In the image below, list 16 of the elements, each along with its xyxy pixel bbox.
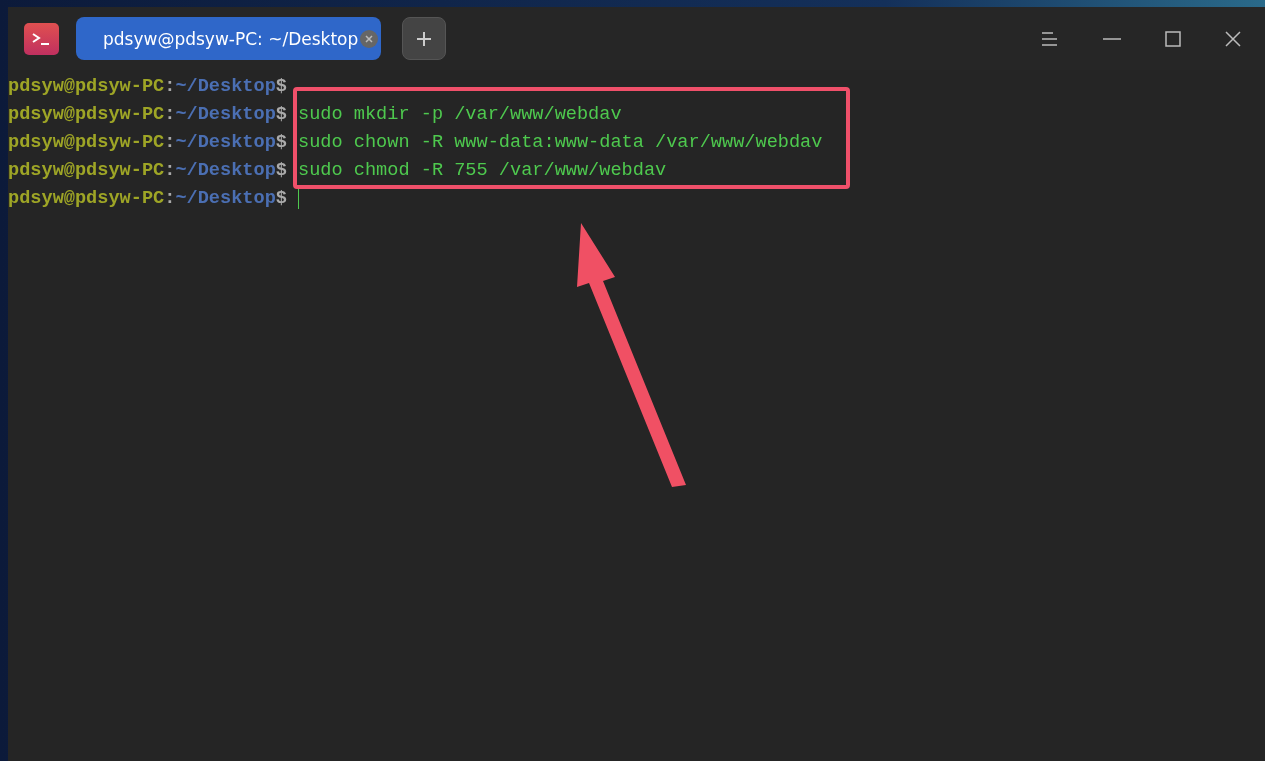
new-tab-button[interactable] (402, 17, 446, 60)
prompt-text: pdsyw@pdsyw-PC:~/Desktop$ (8, 187, 287, 211)
prompt-text: pdsyw@pdsyw-PC:~/Desktop$ (8, 159, 287, 183)
menu-icon[interactable] (1041, 30, 1059, 47)
prompt-text: pdsyw@pdsyw-PC:~/Desktop$ (8, 131, 287, 155)
terminal-icon (24, 22, 59, 55)
terminal-tab[interactable]: pdsyw@pdsyw-PC: ~/Desktop (76, 17, 381, 60)
close-icon[interactable] (1225, 30, 1241, 47)
maximize-icon[interactable] (1165, 30, 1181, 47)
prompt-text: pdsyw@pdsyw-PC:~/Desktop$ (8, 75, 287, 99)
command-text: sudo chmod -R 755 /var/www/webdav (298, 159, 667, 183)
command-text: sudo mkdir -p /var/www/webdav (298, 103, 622, 127)
plus-icon (415, 29, 433, 48)
minimize-icon[interactable] (1103, 36, 1121, 41)
command-text: sudo chown -R www-data:www-data /var/www/webdav (298, 131, 823, 155)
prompt-text: pdsyw@pdsyw-PC:~/Desktop$ (8, 103, 287, 127)
